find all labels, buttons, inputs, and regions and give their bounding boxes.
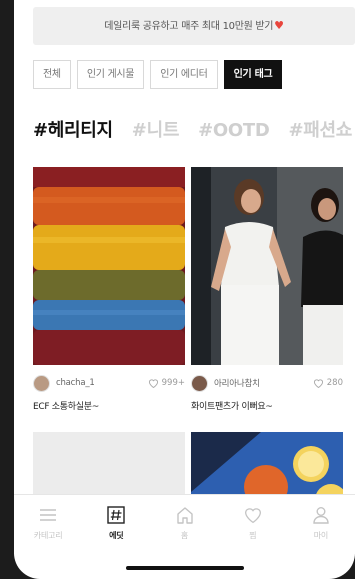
post-card[interactable]: chacha_1 999+ ECF 소통하실분~ xyxy=(33,167,185,412)
banner-text: 데일리룩 공유하고 매주 최대 10만원 받기 xyxy=(104,21,274,32)
filter-popular-tags[interactable]: 인기 태그 xyxy=(223,60,283,89)
heart-outline-icon xyxy=(148,379,158,388)
heart-icon: ♥ xyxy=(274,19,284,32)
avatar[interactable] xyxy=(191,374,208,392)
tab-wishlist[interactable]: 찜 xyxy=(219,495,287,554)
hashtag-heritage[interactable]: #헤리티지 xyxy=(33,120,113,141)
like-count[interactable]: 280 xyxy=(313,378,343,388)
post-meta: 아리아나참치 280 xyxy=(191,372,343,394)
hashtag-fashion-show[interactable]: #패션쇼 xyxy=(288,120,352,141)
like-count[interactable]: 999+ xyxy=(148,378,185,388)
post-image-knit-stack[interactable] xyxy=(33,167,185,365)
post-image-partial[interactable] xyxy=(33,432,185,502)
menu-icon xyxy=(37,505,59,525)
avatar[interactable] xyxy=(33,374,50,392)
like-count-value: 280 xyxy=(326,378,343,388)
tab-label: 카테고리 xyxy=(33,531,63,540)
tab-label: 홈 xyxy=(180,531,189,540)
promo-banner[interactable]: 데일리룩 공유하고 매주 최대 10만원 받기♥ xyxy=(33,7,355,45)
hash-icon xyxy=(105,505,127,525)
post-title[interactable]: ECF 소통하실분~ xyxy=(33,399,185,412)
filter-popular-editors[interactable]: 인기 에디터 xyxy=(150,60,218,89)
post-username[interactable]: 아리아나참치 xyxy=(214,377,313,389)
like-count-value: 999+ xyxy=(161,378,185,388)
tab-category[interactable]: 카테고리 xyxy=(14,495,82,554)
filter-all[interactable]: 전체 xyxy=(33,60,71,89)
bottom-tab-bar: 카테고리 에딧 홈 찜 마이 xyxy=(14,494,355,554)
heart-icon xyxy=(242,505,264,525)
tab-my[interactable]: 마이 xyxy=(287,495,355,554)
post-card[interactable]: 아리아나참치 280 화이트팬츠가 이뻐요~ xyxy=(191,167,343,412)
tab-label: 에딧 xyxy=(109,531,124,540)
filter-popular-posts[interactable]: 인기 게시물 xyxy=(76,60,145,89)
home-indicator xyxy=(126,566,244,570)
post-image-white-outfit[interactable] xyxy=(191,167,343,365)
tab-label: 찜 xyxy=(249,531,257,540)
tab-edit[interactable]: 에딧 xyxy=(82,495,150,554)
user-icon xyxy=(310,505,332,525)
heart-outline-icon xyxy=(313,379,323,388)
post-image-citrus[interactable] xyxy=(191,432,343,502)
hashtag-ootd[interactable]: #OOTD xyxy=(198,120,270,141)
post-title[interactable]: 화이트팬츠가 이뻐요~ xyxy=(191,399,343,412)
hashtag-knit[interactable]: #니트 xyxy=(132,120,180,141)
tab-home[interactable]: 홈 xyxy=(150,495,218,554)
app-screen: 데일리룩 공유하고 매주 최대 10만원 받기♥ 전체 인기 게시물 인기 에디… xyxy=(14,0,355,579)
tab-label: 마이 xyxy=(313,531,329,540)
post-username[interactable]: chacha_1 xyxy=(56,378,148,388)
hashtag-list: #헤리티지 #니트 #OOTD #패션쇼 xyxy=(33,116,355,148)
home-icon xyxy=(174,505,196,525)
filter-tabs: 전체 인기 게시물 인기 에디터 인기 태그 xyxy=(33,60,283,90)
post-meta: chacha_1 999+ xyxy=(33,372,185,394)
